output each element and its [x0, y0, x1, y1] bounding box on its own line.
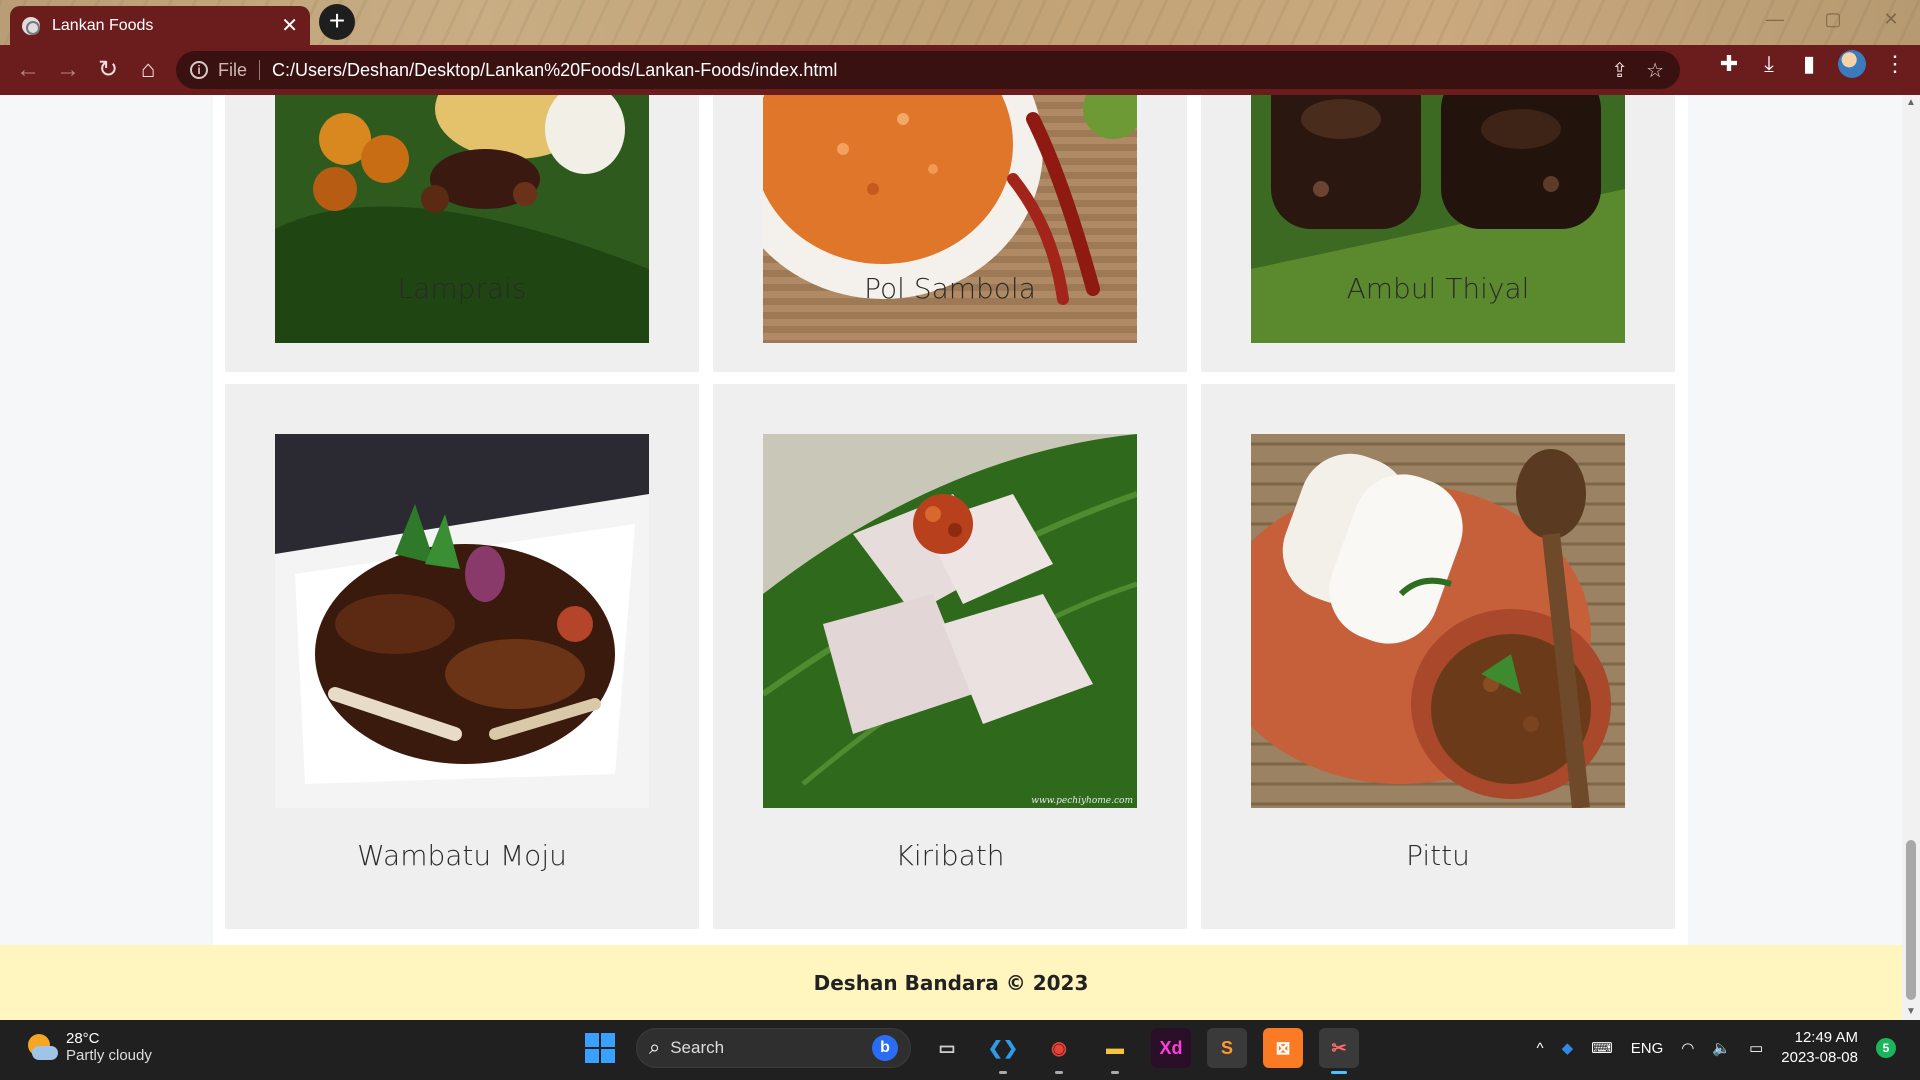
weather-temp: 28°C — [66, 1030, 100, 1047]
maximize-button[interactable]: ▢ — [1804, 0, 1862, 40]
weather-widget[interactable]: 28°C Partly cloudy — [26, 1030, 152, 1064]
kiribath-image: www.pechiyhome.com — [763, 434, 1137, 808]
file-manager-app-icon[interactable]: ▭ — [927, 1028, 967, 1068]
lamprais-image — [275, 95, 649, 343]
page-scrollbar[interactable]: ▲ ▼ — [1902, 95, 1920, 1020]
partly-cloudy-icon — [26, 1032, 58, 1062]
food-grid: Lamprais Pol Sambola Ambul Thiyal Wambat… — [213, 95, 1688, 945]
wambatu-moju-image — [275, 434, 649, 808]
ambul-thiyal-image — [1251, 95, 1625, 343]
taskbar-search[interactable]: ⌕ Search b — [636, 1028, 911, 1068]
url-scheme: File — [218, 59, 248, 80]
weather-condition: Partly cloudy — [66, 1047, 152, 1064]
menu-icon[interactable]: ⋮ — [1884, 51, 1906, 77]
close-window-button[interactable]: ✕ — [1862, 0, 1920, 40]
clock-date: 2023-08-08 — [1781, 1049, 1858, 1066]
page-footer: Deshan Bandara © 2023 — [0, 945, 1902, 1020]
food-card[interactable]: www.pechiyhome.com Kiribath — [713, 384, 1187, 929]
page-viewport: Lamprais Pol Sambola Ambul Thiyal Wambat… — [0, 95, 1920, 1020]
profile-avatar[interactable] — [1838, 50, 1866, 78]
food-name: Pol Sambola — [864, 272, 1036, 305]
scroll-thumb[interactable] — [1906, 840, 1916, 1000]
food-card[interactable]: Ambul Thiyal — [1201, 95, 1675, 372]
close-tab-icon[interactable]: ✕ — [281, 16, 298, 36]
food-name: Ambul Thiyal — [1346, 272, 1530, 305]
bing-icon[interactable]: b — [872, 1035, 898, 1061]
pol-sambola-image — [763, 95, 1137, 343]
scroll-up-arrow[interactable]: ▲ — [1902, 95, 1920, 111]
home-button[interactable]: ⌂ — [128, 50, 168, 90]
tab-title: Lankan Foods — [52, 16, 154, 34]
food-card[interactable]: Wambatu Moju — [225, 384, 699, 929]
battery-icon[interactable]: ▭ — [1749, 1039, 1763, 1057]
omnibox-actions: ⇪ ☆ — [1611, 58, 1680, 83]
food-name: Lamprais — [397, 272, 527, 305]
food-name: Wambatu Moju — [357, 839, 567, 872]
food-card[interactable]: Pittu — [1201, 384, 1675, 929]
taskbar-apps: ⌕ Search b ▭ ❮❯ ◉ ▬ Xd S ⊠ ✂ — [580, 1028, 1359, 1074]
footer-copyright: Deshan Bandara © 2023 — [813, 970, 1089, 995]
search-icon: ⌕ — [649, 1036, 661, 1059]
info-icon[interactable]: i — [190, 61, 208, 79]
file-explorer-app-icon[interactable]: ▬ — [1095, 1028, 1135, 1074]
wifi-icon[interactable]: ◠ — [1681, 1039, 1694, 1057]
shield-icon[interactable]: ◆ — [1562, 1039, 1574, 1057]
volume-icon[interactable]: 🔈 — [1712, 1039, 1731, 1057]
system-tray: ^ ◆ ⌨ ENG ◠ 🔈 ▭ 12:49 AM 2023-08-08 5 — [1537, 1028, 1896, 1068]
food-name: Kiribath — [895, 839, 1005, 872]
food-card[interactable]: Pol Sambola — [713, 95, 1187, 372]
xampp-app-icon[interactable]: ⊠ — [1263, 1028, 1303, 1068]
toolbar-actions: ✚ ⤓ ▮ ⋮ — [1718, 50, 1906, 78]
side-panel-icon[interactable]: ▮ — [1798, 51, 1820, 77]
divider — [259, 60, 261, 80]
food-card[interactable]: Lamprais — [225, 95, 699, 372]
search-label: Search — [670, 1038, 725, 1057]
image-watermark: www.pechiyhome.com — [1031, 796, 1133, 806]
bookmark-star-icon[interactable]: ☆ — [1646, 58, 1664, 83]
download-icon[interactable]: ⤓ — [1758, 51, 1780, 77]
chrome-app-icon[interactable]: ◉ — [1039, 1028, 1079, 1074]
minimize-button[interactable]: — — [1746, 0, 1804, 40]
windows-taskbar: 28°C Partly cloudy ⌕ Search b ▭ ❮❯ ◉ ▬ X… — [0, 1020, 1920, 1080]
scroll-down-arrow[interactable]: ▼ — [1902, 1004, 1920, 1020]
globe-icon — [22, 16, 40, 35]
food-name: Pittu — [1406, 839, 1470, 872]
share-icon[interactable]: ⇪ — [1611, 58, 1628, 83]
url-text[interactable]: C:/Users/Deshan/Desktop/Lankan%20Foods/L… — [272, 60, 837, 81]
address-bar[interactable]: i File C:/Users/Deshan/Desktop/Lankan%20… — [176, 51, 1680, 89]
snipping-tool-app-icon[interactable]: ✂ — [1319, 1028, 1359, 1074]
adobe-xd-app-icon[interactable]: Xd — [1151, 1028, 1191, 1068]
language-indicator[interactable]: ENG — [1631, 1040, 1664, 1057]
new-tab-button[interactable]: + — [319, 4, 355, 40]
back-button[interactable]: ← — [8, 50, 48, 90]
extensions-icon[interactable]: ✚ — [1718, 51, 1740, 77]
start-button[interactable] — [580, 1028, 620, 1068]
window-controls: — ▢ ✕ — [1746, 0, 1920, 40]
forward-button[interactable]: → — [48, 50, 88, 90]
notification-badge[interactable]: 5 — [1876, 1038, 1896, 1058]
chevron-up-icon[interactable]: ^ — [1537, 1040, 1544, 1057]
pittu-image — [1251, 434, 1625, 808]
browser-toolbar: ← → ↻ ⌂ i File C:/Users/Deshan/Desktop/L… — [0, 45, 1920, 95]
clock-time: 12:49 AM — [1794, 1029, 1858, 1046]
clock[interactable]: 12:49 AM 2023-08-08 — [1781, 1028, 1858, 1068]
browser-tab[interactable]: Lankan Foods ✕ — [10, 6, 310, 45]
vscode-app-icon[interactable]: ❮❯ — [983, 1028, 1023, 1074]
reload-button[interactable]: ↻ — [88, 50, 128, 90]
keyboard-icon[interactable]: ⌨ — [1591, 1039, 1613, 1057]
sublime-text-app-icon[interactable]: S — [1207, 1028, 1247, 1068]
